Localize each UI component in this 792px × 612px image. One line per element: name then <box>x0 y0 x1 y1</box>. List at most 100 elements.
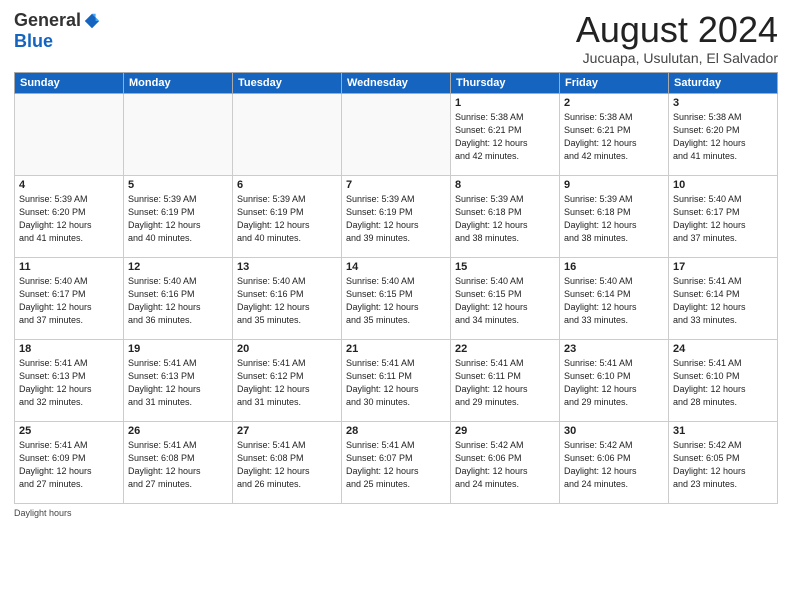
day-cell <box>233 93 342 175</box>
day-cell: 16Sunrise: 5:40 AMSunset: 6:14 PMDayligh… <box>560 257 669 339</box>
month-title: August 2024 <box>576 10 778 50</box>
day-cell: 17Sunrise: 5:41 AMSunset: 6:14 PMDayligh… <box>669 257 778 339</box>
day-info: Sunrise: 5:42 AMSunset: 6:05 PMDaylight:… <box>673 439 773 491</box>
day-info: Sunrise: 5:39 AMSunset: 6:19 PMDaylight:… <box>237 193 337 245</box>
day-info: Sunrise: 5:39 AMSunset: 6:18 PMDaylight:… <box>564 193 664 245</box>
col-header-tuesday: Tuesday <box>233 72 342 93</box>
day-cell <box>15 93 124 175</box>
day-cell: 24 Sunrise: 5:41 AMSunset: 6:10 PMDayligh… <box>669 339 778 421</box>
col-header-thursday: Thursday <box>451 72 560 93</box>
day-number: 2 <box>564 97 664 109</box>
day-cell: 23Sunrise: 5:41 AMSunset: 6:10 PMDayligh… <box>560 339 669 421</box>
day-cell: 31Sunrise: 5:42 AMSunset: 6:05 PMDayligh… <box>669 421 778 503</box>
day-cell: 22 Sunrise: 5:41 AMSunset: 6:11 PMDayligh… <box>451 339 560 421</box>
day-cell: 28 Sunrise: 5:41 AMSunset: 6:07 PMDayligh… <box>342 421 451 503</box>
header: General Blue August 2024 Jucuapa, Usulut… <box>14 10 778 66</box>
day-number: 18 <box>19 343 119 355</box>
day-cell: 10 Sunrise: 5:40 AMSunset: 6:17 PMDayligh… <box>669 175 778 257</box>
day-cell: 6 Sunrise: 5:39 AMSunset: 6:19 PMDaylight… <box>233 175 342 257</box>
day-number: 20 <box>237 343 337 355</box>
day-number: 7 <box>346 179 446 191</box>
day-number: 11 <box>19 261 119 273</box>
day-info: Sunrise: 5:38 AMSunset: 6:20 PMDaylight:… <box>673 111 773 163</box>
day-number: 15 <box>455 261 555 273</box>
day-cell: 18 Sunrise: 5:41 AMSunset: 6:13 PMDayligh… <box>15 339 124 421</box>
day-info: Sunrise: 5:41 AMSunset: 6:13 PMDaylight:… <box>19 357 119 409</box>
day-number: 22 <box>455 343 555 355</box>
day-cell: 8 Sunrise: 5:39 AMSunset: 6:18 PMDaylight… <box>451 175 560 257</box>
day-number: 5 <box>128 179 228 191</box>
week-row-4: 18 Sunrise: 5:41 AMSunset: 6:13 PMDayligh… <box>15 339 778 421</box>
day-cell <box>124 93 233 175</box>
day-cell: 26 Sunrise: 5:41 AMSunset: 6:08 PMDayligh… <box>124 421 233 503</box>
day-number: 26 <box>128 425 228 437</box>
day-info: Sunrise: 5:38 AMSunset: 6:21 PMDaylight:… <box>564 111 664 163</box>
day-number: 27 <box>237 425 337 437</box>
footer-note: Daylight hours <box>14 508 778 518</box>
daylight-hours-label: Daylight hours <box>14 508 72 518</box>
day-cell: 3 Sunrise: 5:38 AMSunset: 6:20 PMDaylight… <box>669 93 778 175</box>
day-cell: 29Sunrise: 5:42 AMSunset: 6:06 PMDayligh… <box>451 421 560 503</box>
day-info: Sunrise: 5:41 AMSunset: 6:10 PMDaylight:… <box>673 357 773 409</box>
col-header-wednesday: Wednesday <box>342 72 451 93</box>
day-number: 12 <box>128 261 228 273</box>
day-cell <box>342 93 451 175</box>
logo-blue-text: Blue <box>14 31 53 52</box>
day-cell: 20 Sunrise: 5:41 AMSunset: 6:12 PMDayligh… <box>233 339 342 421</box>
week-row-5: 25Sunrise: 5:41 AMSunset: 6:09 PMDayligh… <box>15 421 778 503</box>
day-cell: 1Sunrise: 5:38 AMSunset: 6:21 PMDaylight… <box>451 93 560 175</box>
day-cell: 11 Sunrise: 5:40 AMSunset: 6:17 PMDayligh… <box>15 257 124 339</box>
day-info: Sunrise: 5:40 AMSunset: 6:14 PMDaylight:… <box>564 275 664 327</box>
day-number: 28 <box>346 425 446 437</box>
day-info: Sunrise: 5:41 AMSunset: 6:14 PMDaylight:… <box>673 275 773 327</box>
location: Jucuapa, Usulutan, El Salvador <box>576 50 778 66</box>
day-cell: 7 Sunrise: 5:39 AMSunset: 6:19 PMDaylight… <box>342 175 451 257</box>
day-info: Sunrise: 5:41 AMSunset: 6:08 PMDaylight:… <box>128 439 228 491</box>
calendar-table: SundayMondayTuesdayWednesdayThursdayFrid… <box>14 72 778 504</box>
day-cell: 9 Sunrise: 5:39 AMSunset: 6:18 PMDaylight… <box>560 175 669 257</box>
day-cell: 19Sunrise: 5:41 AMSunset: 6:13 PMDayligh… <box>124 339 233 421</box>
logo-icon <box>83 12 101 30</box>
day-cell: 13Sunrise: 5:40 AMSunset: 6:16 PMDayligh… <box>233 257 342 339</box>
day-info: Sunrise: 5:41 AMSunset: 6:09 PMDaylight:… <box>19 439 119 491</box>
week-row-3: 11 Sunrise: 5:40 AMSunset: 6:17 PMDayligh… <box>15 257 778 339</box>
day-info: Sunrise: 5:41 AMSunset: 6:12 PMDaylight:… <box>237 357 337 409</box>
day-cell: 5 Sunrise: 5:39 AMSunset: 6:19 PMDaylight… <box>124 175 233 257</box>
day-info: Sunrise: 5:40 AMSunset: 6:17 PMDaylight:… <box>19 275 119 327</box>
day-info: Sunrise: 5:39 AMSunset: 6:20 PMDaylight:… <box>19 193 119 245</box>
day-info: Sunrise: 5:41 AMSunset: 6:11 PMDaylight:… <box>455 357 555 409</box>
col-header-friday: Friday <box>560 72 669 93</box>
day-info: Sunrise: 5:40 AMSunset: 6:16 PMDaylight:… <box>237 275 337 327</box>
day-info: Sunrise: 5:40 AMSunset: 6:15 PMDaylight:… <box>346 275 446 327</box>
day-info: Sunrise: 5:39 AMSunset: 6:19 PMDaylight:… <box>346 193 446 245</box>
day-info: Sunrise: 5:39 AMSunset: 6:18 PMDaylight:… <box>455 193 555 245</box>
day-info: Sunrise: 5:40 AMSunset: 6:16 PMDaylight:… <box>128 275 228 327</box>
day-number: 1 <box>455 97 555 109</box>
day-info: Sunrise: 5:40 AMSunset: 6:17 PMDaylight:… <box>673 193 773 245</box>
day-info: Sunrise: 5:41 AMSunset: 6:07 PMDaylight:… <box>346 439 446 491</box>
day-number: 14 <box>346 261 446 273</box>
day-cell: 27 Sunrise: 5:41 AMSunset: 6:08 PMDayligh… <box>233 421 342 503</box>
day-number: 6 <box>237 179 337 191</box>
day-number: 3 <box>673 97 773 109</box>
day-info: Sunrise: 5:41 AMSunset: 6:08 PMDaylight:… <box>237 439 337 491</box>
week-row-1: 1 Sunrise: 5:38 AMSunset: 6:21 PMDaylight… <box>15 93 778 175</box>
page: General Blue August 2024 Jucuapa, Usulut… <box>0 0 792 612</box>
day-cell: 4 Sunrise: 5:39 AMSunset: 6:20 PMDaylight… <box>15 175 124 257</box>
logo-general-text: General <box>14 10 81 31</box>
day-number: 10 <box>673 179 773 191</box>
logo: General Blue <box>14 10 101 52</box>
day-number: 24 <box>673 343 773 355</box>
day-cell: 25Sunrise: 5:41 AMSunset: 6:09 PMDayligh… <box>15 421 124 503</box>
week-row-2: 4 Sunrise: 5:39 AMSunset: 6:20 PMDaylight… <box>15 175 778 257</box>
day-cell: 14 Sunrise: 5:40 AMSunset: 6:15 PMDayligh… <box>342 257 451 339</box>
col-header-saturday: Saturday <box>669 72 778 93</box>
day-number: 4 <box>19 179 119 191</box>
day-number: 21 <box>346 343 446 355</box>
day-number: 8 <box>455 179 555 191</box>
header-row: SundayMondayTuesdayWednesdayThursdayFrid… <box>15 72 778 93</box>
day-number: 9 <box>564 179 664 191</box>
day-number: 30 <box>564 425 664 437</box>
day-info: Sunrise: 5:39 AMSunset: 6:19 PMDaylight:… <box>128 193 228 245</box>
col-header-monday: Monday <box>124 72 233 93</box>
